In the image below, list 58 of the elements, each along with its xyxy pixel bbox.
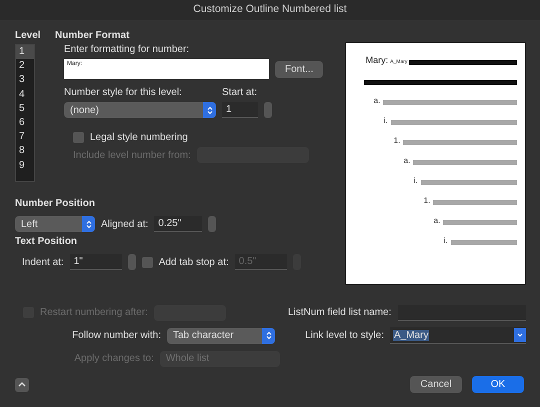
include-level-label: Include level number from: bbox=[73, 150, 191, 160]
tab-stop-checkbox[interactable] bbox=[142, 256, 153, 268]
restart-label: Restart numbering after: bbox=[40, 307, 148, 318]
start-at-field[interactable]: 1 bbox=[222, 102, 258, 118]
number-position-heading: Number Position bbox=[15, 198, 96, 211]
font-button[interactable]: Font... bbox=[275, 60, 324, 78]
updown-icon bbox=[86, 220, 92, 228]
level-item[interactable]: 3 bbox=[16, 73, 34, 88]
preview-number: i. bbox=[444, 236, 448, 245]
tab-stop-label: Add tab stop at: bbox=[158, 256, 229, 268]
indent-at-field[interactable]: 1" bbox=[70, 254, 122, 270]
preview-number: a. bbox=[374, 96, 380, 105]
number-style-select[interactable]: (none) bbox=[64, 102, 216, 118]
alignment-select[interactable]: Left bbox=[15, 216, 95, 232]
number-style-label: Number style for this level: bbox=[64, 87, 183, 98]
link-level-label: Link level to style: bbox=[304, 330, 384, 341]
preview-number: i. bbox=[384, 116, 388, 125]
indent-at-label: Indent at: bbox=[22, 256, 64, 268]
follow-number-label: Follow number with: bbox=[71, 330, 161, 341]
format-label: Enter formatting for number: bbox=[64, 44, 190, 55]
level-heading: Level bbox=[15, 30, 42, 43]
aligned-at-label: Aligned at: bbox=[101, 218, 148, 230]
preview-number: a. bbox=[434, 216, 440, 225]
window-title: Customize Outline Numbered list bbox=[0, 0, 540, 20]
link-style-combo[interactable]: A_Mary bbox=[390, 327, 526, 344]
apply-changes-label: Apply changes to: bbox=[73, 353, 154, 364]
aligned-at-field[interactable]: 0.25" bbox=[154, 216, 202, 232]
level-item[interactable]: 7 bbox=[16, 130, 34, 144]
legal-style-label: Legal style numbering bbox=[90, 132, 188, 143]
stepper-icon[interactable] bbox=[264, 102, 272, 118]
number-format-heading: Number Format bbox=[55, 30, 130, 43]
level-item[interactable]: 4 bbox=[16, 88, 34, 102]
preview-number: i. bbox=[414, 176, 418, 185]
level-item[interactable]: 2 bbox=[16, 59, 34, 74]
legal-style-checkbox[interactable] bbox=[73, 132, 84, 143]
cancel-button[interactable]: Cancel bbox=[410, 376, 462, 393]
follow-number-select[interactable]: Tab character bbox=[167, 328, 275, 344]
updown-icon bbox=[206, 106, 212, 114]
ok-button[interactable]: OK bbox=[472, 376, 524, 393]
preview-number: 1. bbox=[424, 196, 430, 205]
level-item[interactable]: 6 bbox=[16, 116, 34, 130]
level-item[interactable]: 8 bbox=[16, 144, 34, 158]
start-at-label: Start at: bbox=[222, 87, 258, 98]
chevron-down-icon bbox=[517, 333, 523, 337]
preview-number: a. bbox=[404, 156, 410, 165]
level-item[interactable]: 9 bbox=[16, 158, 34, 173]
listnum-field[interactable] bbox=[398, 304, 526, 320]
preview-number: 1. bbox=[394, 136, 400, 145]
level-item[interactable]: 1 bbox=[16, 45, 34, 60]
level-item[interactable]: 5 bbox=[16, 102, 34, 116]
chevron-up-icon bbox=[18, 382, 26, 387]
collapse-button[interactable] bbox=[15, 378, 29, 392]
listnum-label: ListNum field list name: bbox=[288, 307, 392, 318]
updown-icon bbox=[266, 331, 272, 340]
text-position-heading: Text Position bbox=[15, 236, 78, 249]
stepper-icon[interactable] bbox=[128, 254, 136, 270]
preview-label: Mary: bbox=[366, 55, 388, 65]
stepper-icon[interactable] bbox=[208, 216, 216, 232]
